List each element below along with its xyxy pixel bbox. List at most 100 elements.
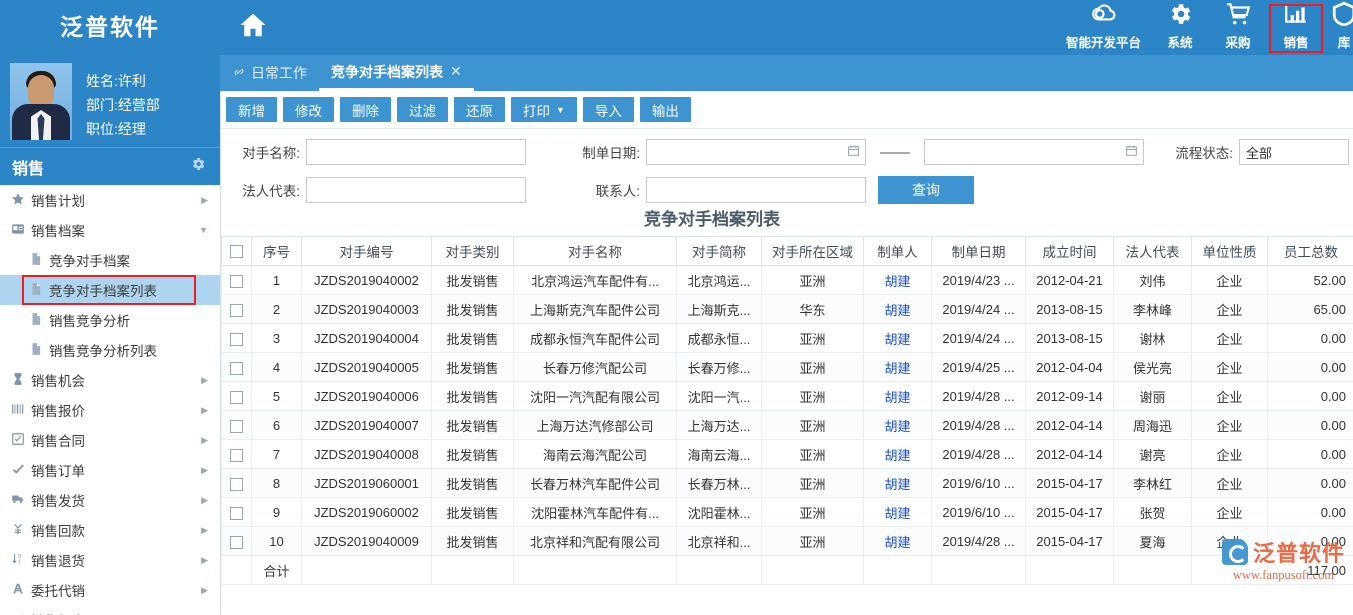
- home-button[interactable]: [220, 10, 286, 45]
- contact-input[interactable]: [646, 177, 866, 203]
- cell-7[interactable]: 胡建: [864, 469, 932, 498]
- cell-4[interactable]: 沈阳一汽汽配有限公司: [514, 382, 677, 411]
- sidebar-item-10[interactable]: 销售发货▶: [0, 485, 220, 515]
- row-checkbox-cell[interactable]: [222, 324, 252, 353]
- toolbar-button-7[interactable]: 输出: [640, 97, 691, 122]
- sidebar-item-0[interactable]: 销售计划▶: [0, 185, 220, 215]
- sidebar-item-12[interactable]: 91销售退货▶: [0, 545, 220, 575]
- row-checkbox[interactable]: [230, 362, 243, 375]
- row-checkbox-cell[interactable]: [222, 411, 252, 440]
- sidebar-item-2[interactable]: 竞争对手档案: [0, 245, 220, 275]
- row-checkbox[interactable]: [230, 536, 243, 549]
- cell-2[interactable]: JZDS2019040004: [302, 324, 432, 353]
- table-row[interactable]: 9JZDS2019060002批发销售沈阳霍林汽车配件有...沈阳霍林...亚洲…: [222, 498, 1353, 527]
- cell-2[interactable]: JZDS2019040008: [302, 440, 432, 469]
- table-row[interactable]: 8JZDS2019060001批发销售长春万林汽车配件公司长春万林...亚洲胡建…: [222, 469, 1353, 498]
- cell-7[interactable]: 胡建: [864, 527, 932, 556]
- toolbar-button-0[interactable]: 新增: [226, 97, 277, 122]
- top-nav-item-3[interactable]: 销售: [1267, 1, 1325, 55]
- table-row[interactable]: 10JZDS2019040009批发销售北京祥和汽配有限公司北京祥和...亚洲胡…: [222, 527, 1353, 556]
- toolbar-button-1[interactable]: 修改: [283, 97, 334, 122]
- table-row[interactable]: 4JZDS2019040005批发销售长春万修汽配公司长春万修...亚洲胡建20…: [222, 353, 1353, 382]
- gear-icon[interactable]: [190, 156, 206, 177]
- cell-7[interactable]: 胡建: [864, 324, 932, 353]
- toolbar-button-2[interactable]: 删除: [340, 97, 391, 122]
- row-checkbox[interactable]: [230, 420, 243, 433]
- toolbar-button-5[interactable]: 打印▼: [511, 97, 577, 122]
- close-icon[interactable]: ✕: [450, 63, 462, 80]
- cell-4[interactable]: 海南云海汽配公司: [514, 440, 677, 469]
- row-checkbox[interactable]: [230, 333, 243, 346]
- cell-4[interactable]: 上海斯克汽车配件公司: [514, 295, 677, 324]
- cell-4[interactable]: 北京祥和汽配有限公司: [514, 527, 677, 556]
- flow-state-select[interactable]: 全部: [1239, 139, 1349, 165]
- opponent-name-input[interactable]: [306, 139, 526, 165]
- row-checkbox[interactable]: [230, 304, 243, 317]
- tab-0[interactable]: 日常工作: [220, 55, 319, 91]
- cell-4[interactable]: 沈阳霍林汽车配件有...: [514, 498, 677, 527]
- sidebar-item-14[interactable]: 销售报表▶: [0, 605, 220, 615]
- cell-7[interactable]: 胡建: [864, 498, 932, 527]
- table-row[interactable]: 2JZDS2019040003批发销售上海斯克汽车配件公司上海斯克...华东胡建…: [222, 295, 1353, 324]
- cell-7[interactable]: 胡建: [864, 266, 932, 295]
- cell-4[interactable]: 上海万达汽修部公司: [514, 411, 677, 440]
- cell-2[interactable]: JZDS2019040003: [302, 295, 432, 324]
- cell-2[interactable]: JZDS2019040006: [302, 382, 432, 411]
- sidebar-item-3[interactable]: 竞争对手档案列表: [0, 275, 220, 305]
- cell-7[interactable]: 胡建: [864, 382, 932, 411]
- top-nav-item-4[interactable]: 库: [1325, 1, 1353, 55]
- tab-1[interactable]: 竞争对手档案列表✕: [319, 55, 474, 91]
- row-checkbox-cell[interactable]: [222, 498, 252, 527]
- cell-4[interactable]: 长春万林汽车配件公司: [514, 469, 677, 498]
- cell-7[interactable]: 胡建: [864, 353, 932, 382]
- row-checkbox-cell[interactable]: [222, 295, 252, 324]
- make-date-end-input[interactable]: [924, 139, 1144, 165]
- row-checkbox[interactable]: [230, 449, 243, 462]
- cell-7[interactable]: 胡建: [864, 295, 932, 324]
- sidebar-item-7[interactable]: 销售报价▶: [0, 395, 220, 425]
- select-all-header[interactable]: [222, 237, 252, 266]
- sidebar-item-8[interactable]: 销售合同▶: [0, 425, 220, 455]
- row-checkbox-cell[interactable]: [222, 440, 252, 469]
- table-row[interactable]: 5JZDS2019040006批发销售沈阳一汽汽配有限公司沈阳一汽...亚洲胡建…: [222, 382, 1353, 411]
- toolbar-button-6[interactable]: 导入: [583, 97, 634, 122]
- cell-4[interactable]: 长春万修汽配公司: [514, 353, 677, 382]
- row-checkbox[interactable]: [230, 478, 243, 491]
- table-row[interactable]: 6JZDS2019040007批发销售上海万达汽修部公司上海万达...亚洲胡建2…: [222, 411, 1353, 440]
- cell-2[interactable]: JZDS2019040002: [302, 266, 432, 295]
- sidebar-item-6[interactable]: 销售机会▶: [0, 365, 220, 395]
- table-row[interactable]: 3JZDS2019040004批发销售成都永恒汽车配件公司成都永恒...亚洲胡建…: [222, 324, 1353, 353]
- sidebar-item-9[interactable]: 销售订单▶: [0, 455, 220, 485]
- cell-2[interactable]: JZDS2019060002: [302, 498, 432, 527]
- cell-4[interactable]: 成都永恒汽车配件公司: [514, 324, 677, 353]
- sidebar-item-11[interactable]: 销售回款▶: [0, 515, 220, 545]
- cell-2[interactable]: JZDS2019040009: [302, 527, 432, 556]
- sidebar-item-5[interactable]: 销售竞争分析列表: [0, 335, 220, 365]
- sidebar-item-1[interactable]: 销售档案▼: [0, 215, 220, 245]
- row-checkbox[interactable]: [230, 391, 243, 404]
- row-checkbox[interactable]: [230, 275, 243, 288]
- cell-2[interactable]: JZDS2019060001: [302, 469, 432, 498]
- top-nav-item-1[interactable]: 系统: [1151, 1, 1209, 55]
- select-all-checkbox[interactable]: [230, 245, 243, 258]
- row-checkbox-cell[interactable]: [222, 527, 252, 556]
- top-nav-item-0[interactable]: 智能开发平台: [1056, 1, 1151, 55]
- row-checkbox-cell[interactable]: [222, 266, 252, 295]
- make-date-start-input[interactable]: [646, 139, 866, 165]
- legal-person-input[interactable]: [306, 177, 526, 203]
- cell-4[interactable]: 北京鸿运汽车配件有...: [514, 266, 677, 295]
- cell-2[interactable]: JZDS2019040007: [302, 411, 432, 440]
- cell-7[interactable]: 胡建: [864, 440, 932, 469]
- row-checkbox-cell[interactable]: [222, 353, 252, 382]
- row-checkbox-cell[interactable]: [222, 382, 252, 411]
- cell-7[interactable]: 胡建: [864, 411, 932, 440]
- table-row[interactable]: 1JZDS2019040002批发销售北京鸿运汽车配件有...北京鸿运...亚洲…: [222, 266, 1353, 295]
- cell-2[interactable]: JZDS2019040005: [302, 353, 432, 382]
- sidebar-item-13[interactable]: 委托代销▶: [0, 575, 220, 605]
- row-checkbox[interactable]: [230, 507, 243, 520]
- toolbar-button-3[interactable]: 过滤: [397, 97, 448, 122]
- top-nav-item-2[interactable]: 采购: [1209, 1, 1267, 55]
- query-button[interactable]: 查询: [878, 176, 974, 204]
- toolbar-button-4[interactable]: 还原: [454, 97, 505, 122]
- row-checkbox-cell[interactable]: [222, 469, 252, 498]
